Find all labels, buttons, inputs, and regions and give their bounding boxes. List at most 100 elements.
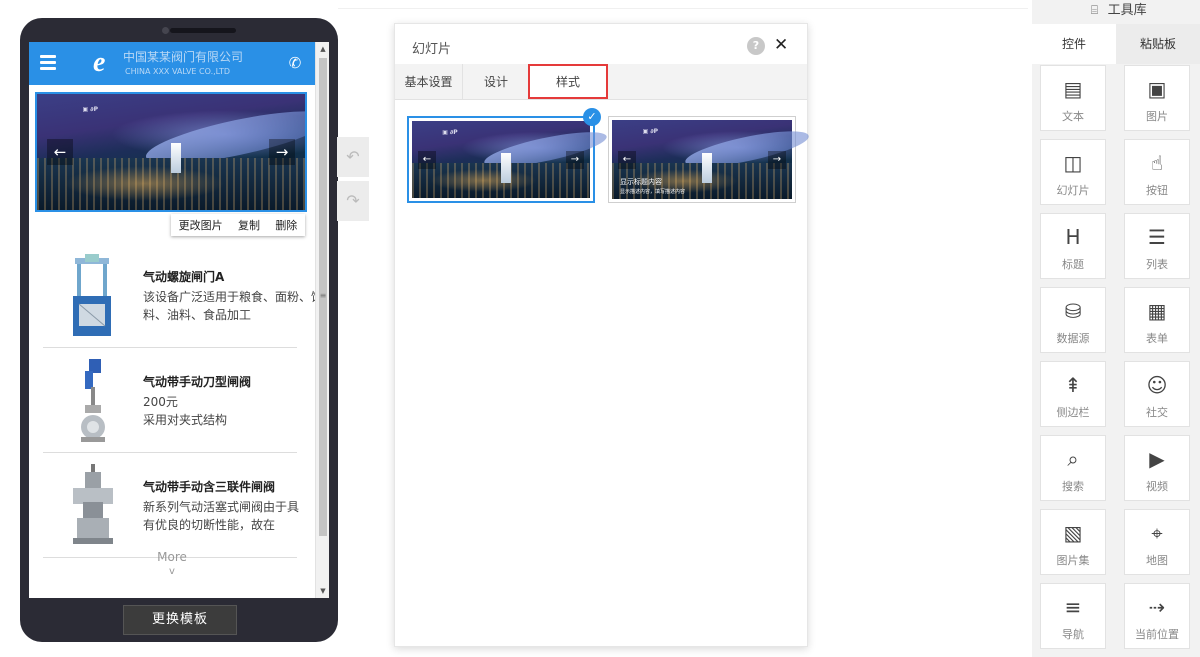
- tool-label: 标题: [1062, 258, 1084, 271]
- tool-list[interactable]: ☰ 列表: [1124, 213, 1190, 279]
- database-icon: ⛁: [1064, 299, 1082, 323]
- style-option-2[interactable]: ▣ ∂P ← → 显示标题内容 显示描述内容，填写描述内容: [608, 116, 812, 203]
- delete-button[interactable]: 删除: [275, 217, 297, 233]
- change-template-button[interactable]: 更换模板: [123, 605, 237, 635]
- tool-social[interactable]: ☺ 社交: [1124, 361, 1190, 427]
- product-item[interactable]: 气动带手动含三联件闸阀 新系列气动活塞式闸阀由于具有优良的切断性能，故在: [43, 454, 300, 558]
- list-icon: ☰: [1148, 225, 1166, 249]
- search-icon: ⌕: [1067, 447, 1079, 471]
- product-desc-line: 采用对夹式结构: [143, 413, 228, 427]
- tab-style[interactable]: 样式: [528, 64, 608, 99]
- tool-label: 地图: [1146, 554, 1168, 567]
- slideshow-settings-panel: 幻灯片 ? ✕ 基本设置 设计 样式 ▣ ∂P ← → ✓ ▣ ∂P ← → 显…: [394, 23, 812, 647]
- product-price: 200元: [143, 395, 178, 409]
- product-title: 气动螺旋闸门A: [143, 270, 225, 284]
- tool-map[interactable]: ⌖ 地图: [1124, 509, 1190, 575]
- tool-slideshow[interactable]: ◫ 幻灯片: [1040, 139, 1106, 205]
- company-name-cn: 中国某某阀门有限公司: [123, 50, 244, 64]
- scroll-up-arrow-icon[interactable]: ▲: [316, 42, 329, 56]
- product-image: [73, 464, 113, 544]
- preview-next-arrow-icon: →: [768, 150, 786, 169]
- tool-label: 当前位置: [1135, 628, 1179, 641]
- tool-text[interactable]: ▤ 文本: [1040, 65, 1106, 131]
- tool-label: 幻灯片: [1056, 184, 1090, 197]
- company-logo-icon: e: [93, 47, 106, 78]
- phone-scrollbar[interactable]: ▲ ≡ ▼: [315, 42, 329, 598]
- panel-title: 幻灯片: [412, 42, 452, 57]
- top-divider: [338, 8, 1028, 9]
- tool-image[interactable]: ▣ 图片: [1124, 65, 1190, 131]
- video-icon: ▶: [1149, 447, 1165, 471]
- tool-label: 文本: [1062, 110, 1084, 123]
- preview-brand-mark: ▣ ∂P: [442, 128, 458, 136]
- slide-next-arrow-icon[interactable]: →: [269, 139, 295, 165]
- style-preview-image: ▣ ∂P ← →: [412, 121, 609, 198]
- breadcrumb-icon: ⇢: [1148, 595, 1166, 619]
- menu-icon[interactable]: [40, 55, 56, 70]
- tool-database[interactable]: ⛁ 数据源: [1040, 287, 1106, 353]
- company-name-en: CHINA XXX VALVE CO.,LTD: [125, 67, 231, 76]
- tool-label: 图片集: [1056, 554, 1090, 567]
- tool-label: 按钮: [1146, 184, 1168, 197]
- more-link[interactable]: More: [29, 550, 315, 564]
- preview-prev-arrow-icon: ←: [418, 150, 436, 169]
- tool-gallery[interactable]: ▧ 图片集: [1040, 509, 1106, 575]
- toolbox-header: ⌸ 工具库: [1032, 0, 1200, 20]
- product-item[interactable]: 气动带手动刀型闸阀 200元 采用对夹式结构: [43, 349, 297, 453]
- chevron-down-icon[interactable]: v: [29, 566, 315, 577]
- copy-button[interactable]: 复制: [238, 217, 260, 233]
- product-desc: 该设备广泛适用于粮食、面粉、饲料、油料、食品加工: [143, 290, 324, 322]
- banner-toolbar: 更改图片 复制 删除: [171, 214, 305, 236]
- product-desc: 新系列气动活塞式闸阀由于具有优良的切断性能，故在: [143, 500, 300, 532]
- phone-call-icon[interactable]: ✆: [285, 53, 305, 73]
- tool-label: 列表: [1146, 258, 1168, 271]
- image-icon: ▣: [1147, 77, 1167, 101]
- tool-form[interactable]: ▦ 表单: [1124, 287, 1190, 353]
- product-title: 气动带手动刀型闸阀: [143, 375, 252, 389]
- undo-icon[interactable]: ↶: [337, 137, 369, 177]
- phone-screen: e 中国某某阀门有限公司 CHINA XXX VALVE CO.,LTD ✆ ▣…: [29, 42, 329, 598]
- tool-label: 导航: [1062, 628, 1084, 641]
- change-image-button[interactable]: 更改图片: [179, 217, 223, 233]
- preview-caption: 显示标题内容 显示描述内容，填写描述内容: [620, 177, 685, 195]
- toolbox-title: 工具库: [1107, 3, 1147, 18]
- toolbox-panel: ⌸ 工具库 控件 粘贴板 ▤ 文本 ▣ 图片 ◫ 幻灯片 ☝ 按钮 H 标题 ☰ 列表 ⛁ 数据源 ▦ 表单 ⇞…: [1032, 0, 1200, 657]
- help-icon[interactable]: ?: [747, 37, 765, 55]
- tool-search[interactable]: ⌕ 搜索: [1040, 435, 1106, 501]
- slideshow-icon: ◫: [1063, 151, 1083, 175]
- preview-next-arrow-icon: →: [566, 150, 584, 169]
- tool-label: 视频: [1146, 480, 1168, 493]
- tool-label: 侧边栏: [1056, 406, 1090, 419]
- tool-sidebar[interactable]: ⇞ 侧边栏: [1040, 361, 1106, 427]
- product-item[interactable]: 气动螺旋闸门A 该设备广泛适用于粮食、面粉、饲料、油料、食品加工: [43, 244, 323, 348]
- slideshow-banner[interactable]: ▣ ∂P ← →: [35, 92, 307, 212]
- banner-brand-mark: ▣ ∂P: [82, 105, 98, 113]
- product-title: 气动带手动含三联件闸阀: [143, 480, 276, 494]
- slide-prev-arrow-icon[interactable]: ←: [47, 139, 73, 165]
- phone-preview: e 中国某某阀门有限公司 CHINA XXX VALVE CO.,LTD ✆ ▣…: [20, 18, 338, 642]
- tool-button[interactable]: ☝ 按钮: [1124, 139, 1190, 205]
- tool-label: 表单: [1146, 332, 1168, 345]
- style-option-1[interactable]: ▣ ∂P ← →: [407, 116, 609, 203]
- tool-video[interactable]: ▶ 视频: [1124, 435, 1190, 501]
- tool-heading[interactable]: H 标题: [1040, 213, 1106, 279]
- nav-icon: ≡: [1064, 595, 1082, 619]
- product-image: [81, 359, 105, 442]
- toolbox-tabs: 控件 粘贴板: [1032, 24, 1200, 64]
- tab-basic-settings[interactable]: 基本设置: [395, 64, 463, 100]
- product-desc: 200元 采用对夹式结构: [143, 393, 325, 429]
- tab-clipboard[interactable]: 粘贴板: [1116, 24, 1200, 64]
- scroll-down-arrow-icon[interactable]: ▼: [316, 584, 329, 598]
- caption-title: 显示标题内容: [620, 178, 662, 186]
- selected-check-icon: ✓: [583, 108, 601, 126]
- redo-icon[interactable]: ↷: [337, 181, 369, 221]
- tab-design[interactable]: 设计: [464, 64, 528, 100]
- close-icon[interactable]: ✕: [774, 35, 788, 55]
- phone-camera: [162, 27, 169, 34]
- banner-image: ▣ ∂P: [37, 94, 305, 210]
- tool-label: 社交: [1146, 406, 1168, 419]
- tool-breadcrumb[interactable]: ⇢ 当前位置: [1124, 583, 1190, 649]
- tab-controls[interactable]: 控件: [1032, 24, 1116, 64]
- tool-label: 搜索: [1062, 480, 1084, 493]
- tool-nav[interactable]: ≡ 导航: [1040, 583, 1106, 649]
